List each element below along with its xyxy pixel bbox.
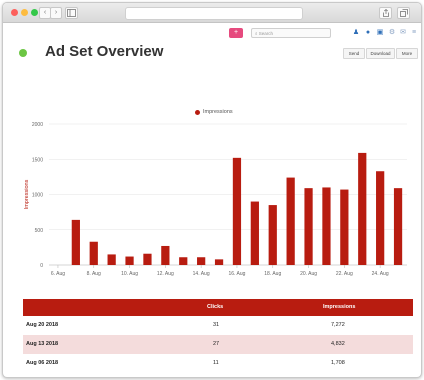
bar [143, 253, 152, 265]
impressions-bar-chart: 0 500 1000 1500 2000 Impressions 6. Aug 8. Aug 1… [24, 122, 407, 277]
bar [161, 245, 170, 265]
bar [358, 152, 367, 265]
browser-window: ‹ › + ⌕ Search ♟ ● ▣ ⚙ ✉ ≡ Ad Set Overvi… [2, 2, 422, 378]
x-tick-label: 10. Aug [121, 271, 138, 277]
row-date: Aug 13 2018 [26, 341, 59, 347]
bar [179, 257, 188, 265]
y-tick-label: 0 [40, 263, 43, 269]
x-tick-label: 14. Aug [193, 271, 210, 277]
table-header: Clicks Impressions [23, 299, 413, 316]
row-date: Aug 20 2018 [26, 322, 59, 328]
bar [214, 259, 224, 265]
column-header-clicks: Clicks [207, 304, 224, 310]
data-table: Clicks Impressions Aug 20 2018 31 7,272 … [23, 299, 413, 373]
bar [125, 256, 134, 265]
table-row[interactable]: Aug 20 2018 31 7,272 [23, 316, 413, 335]
x-tick-label: 8. Aug [87, 271, 101, 277]
row-clicks: 11 [213, 360, 219, 366]
y-tick-label: 500 [35, 228, 44, 234]
row-clicks: 27 [213, 341, 220, 347]
table-row[interactable]: Aug 06 2018 11 1,708 [23, 354, 413, 373]
bar [393, 188, 403, 265]
bar [376, 171, 385, 265]
x-tick-label: 24. Aug [372, 271, 389, 277]
bar [304, 188, 313, 265]
bar [89, 241, 98, 265]
x-tick-label: 6. Aug [51, 271, 65, 277]
x-tick-label: 12. Aug [157, 271, 174, 277]
bar [250, 201, 259, 265]
bar [107, 254, 116, 265]
column-header-impressions: Impressions [323, 304, 356, 310]
y-axis-title: Impressions [24, 179, 30, 209]
row-impressions: 7,272 [331, 322, 345, 328]
x-tick-label: 22. Aug [336, 271, 353, 277]
y-tick-label: 1500 [32, 157, 43, 163]
row-clicks: 31 [213, 322, 220, 328]
x-tick-label: 16. Aug [228, 271, 245, 277]
y-tick-label: 2000 [32, 122, 43, 128]
row-date: Aug 06 2018 [26, 360, 59, 366]
bar [286, 177, 295, 265]
y-tick-label: 1000 [32, 193, 43, 199]
table-row[interactable]: Aug 13 2018 27 4,832 [23, 335, 413, 354]
row-impressions: 1,708 [331, 360, 345, 366]
row-impressions: 4,832 [331, 341, 345, 347]
bar [322, 187, 331, 265]
bar [268, 205, 277, 265]
bar [232, 157, 242, 265]
bar [197, 257, 206, 265]
x-tick-label: 18. Aug [264, 271, 281, 277]
bar [340, 189, 349, 265]
x-tick-label: 20. Aug [300, 271, 317, 277]
bar [71, 219, 80, 265]
